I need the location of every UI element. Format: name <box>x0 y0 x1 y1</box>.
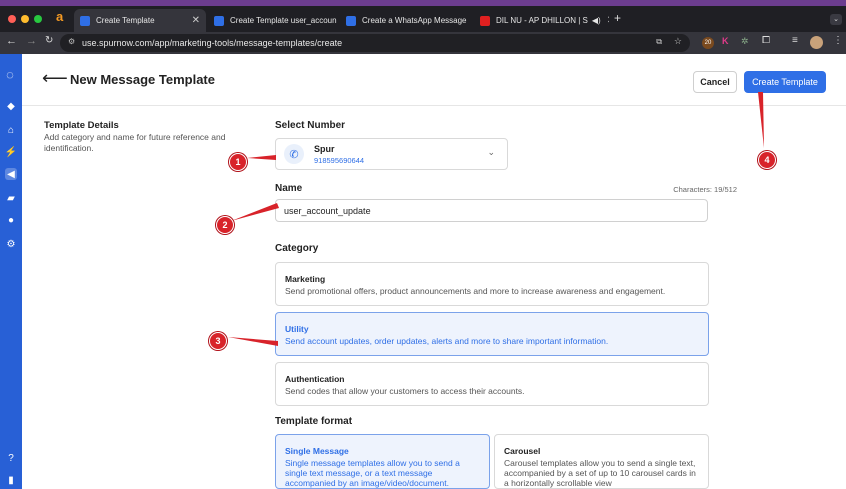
chat-icon[interactable]: ▰ <box>5 192 17 204</box>
category-title: Utility <box>285 324 309 334</box>
template-format-label: Template format <box>275 416 353 427</box>
category-title: Authentication <box>285 374 345 384</box>
close-window-icon[interactable] <box>8 15 16 23</box>
number-select[interactable]: ✆ Spur 918595690644 ⌄ <box>275 138 508 170</box>
category-description: Send account updates, order updates, ale… <box>285 336 609 346</box>
category-option-marketing[interactable]: Marketing Send promotional offers, produ… <box>275 262 709 306</box>
close-icon[interactable]: ✕ <box>186 15 200 26</box>
format-description: Carousel templates allow you to send a s… <box>504 458 696 488</box>
category-title: Marketing <box>285 274 326 284</box>
speaker-icon[interactable]: ◀) <box>592 16 601 25</box>
app-sidebar: ◌ ◆ ⌂ ⚡ ◀ ▰ ● ⚙ ? ▮ <box>0 54 22 489</box>
tab-search-icon[interactable]: ⌄ <box>830 14 842 25</box>
tab-create-template[interactable]: Create Template ✕ <box>74 9 206 32</box>
address-bar-row: ← → ↻ ⚙ use.spurnow.com/app/marketing-to… <box>0 32 846 54</box>
format-description: Single message templates allow you to se… <box>285 458 460 488</box>
whatsapp-icon: ✆ <box>284 144 304 164</box>
format-option-single-message[interactable]: Single Message Single message templates … <box>275 434 490 489</box>
tab-label: Create a WhatsApp Message <box>362 16 467 25</box>
name-input[interactable]: user_account_update <box>275 199 708 222</box>
annotation-marker-3: 3 <box>209 332 227 350</box>
extension-icon[interactable]: ✲ <box>741 36 749 47</box>
marketing-icon[interactable]: ◀ <box>5 168 17 180</box>
annotation-marker-4: 4 <box>758 151 776 169</box>
youtube-icon <box>480 15 490 26</box>
cancel-button[interactable]: Cancel <box>693 71 737 93</box>
url-text: use.spurnow.com/app/marketing-tools/mess… <box>82 38 343 48</box>
reading-list-icon[interactable]: ≡ <box>792 35 798 46</box>
forward-nav-icon[interactable]: → <box>26 35 37 47</box>
page-header: ⟵ New Message Template Cancel Create Tem… <box>22 54 846 106</box>
reload-icon[interactable]: ↻ <box>45 35 53 46</box>
maximize-window-icon[interactable] <box>34 15 42 23</box>
contacts-icon[interactable]: ● <box>5 214 17 226</box>
new-tab-icon[interactable]: + <box>614 11 621 25</box>
browser-menu-icon[interactable]: ⋮ <box>833 35 843 46</box>
template-details-title: Template Details <box>44 120 119 131</box>
tab-youtube-music[interactable]: DIL NU - AP DHILLON | S ◀) ✕ <box>474 9 609 32</box>
help-icon[interactable]: ? <box>5 452 17 464</box>
back-nav-icon[interactable]: ← <box>6 35 17 47</box>
amazon-icon[interactable]: a <box>56 9 63 24</box>
category-description: Send promotional offers, product announc… <box>285 286 666 296</box>
template-details-description: Add category and name for future referen… <box>44 132 226 153</box>
category-label: Category <box>275 243 319 254</box>
close-icon[interactable]: ✕ <box>467 15 473 26</box>
name-label: Name <box>275 183 303 194</box>
home-icon[interactable]: ⌂ <box>5 124 17 136</box>
bookmark-star-icon[interactable]: ☆ <box>674 36 682 47</box>
category-description: Send codes that allow your customers to … <box>285 386 525 396</box>
format-title: Carousel <box>504 446 541 456</box>
format-title: Single Message <box>285 446 349 456</box>
tab-label: Create Template <box>96 16 155 25</box>
category-option-authentication[interactable]: Authentication Send codes that allow you… <box>275 362 709 406</box>
extension-k-icon[interactable]: K <box>722 36 729 46</box>
tab-create-whatsapp-message[interactable]: Create a WhatsApp Message ✕ <box>340 9 472 32</box>
tab-create-template-user[interactable]: Create Template user_accoun ✕ <box>208 9 338 32</box>
profile-avatar[interactable] <box>810 36 823 49</box>
spur-logo-icon[interactable]: ◌ <box>4 67 16 82</box>
main-content: ⟵ New Message Template Cancel Create Tem… <box>22 54 846 489</box>
select-number-label: Select Number <box>275 120 346 131</box>
extension-badge[interactable]: 20 <box>702 37 714 49</box>
annotation-marker-1: 1 <box>229 153 247 171</box>
close-icon[interactable]: ✕ <box>337 15 338 26</box>
spur-favicon-icon <box>346 15 356 26</box>
dashboard-icon[interactable]: ◆ <box>5 100 17 112</box>
minimize-window-icon[interactable] <box>21 15 29 23</box>
tab-label: Create Template user_accoun <box>230 16 337 25</box>
panel-toggle-icon[interactable]: ▮ <box>5 474 17 486</box>
number-name: Spur <box>314 144 335 154</box>
back-arrow-icon[interactable]: ⟵ <box>42 68 68 89</box>
browser-tab-bar: a Create Template ✕ Create Template user… <box>0 6 846 32</box>
automation-icon[interactable]: ⚡ <box>5 146 17 158</box>
create-template-button[interactable]: Create Template <box>744 71 826 93</box>
chevron-down-icon: ⌄ <box>487 147 495 157</box>
close-icon[interactable]: ✕ <box>601 15 609 26</box>
site-settings-icon[interactable]: ⚙ <box>68 37 75 46</box>
settings-gear-icon[interactable]: ⚙ <box>5 238 17 250</box>
url-field[interactable]: ⚙ use.spurnow.com/app/marketing-tools/me… <box>60 34 690 52</box>
annotation-marker-2: 2 <box>216 216 234 234</box>
tab-label: DIL NU - AP DHILLON | S <box>496 16 588 25</box>
extensions-puzzle-icon[interactable]: ⧠ <box>762 35 770 46</box>
install-app-icon[interactable]: ⧉ <box>656 37 662 47</box>
spur-favicon-icon <box>214 15 224 26</box>
spur-favicon-icon <box>80 15 90 26</box>
category-option-utility[interactable]: Utility Send account updates, order upda… <box>275 312 709 356</box>
character-count: Characters: 19/512 <box>673 185 737 194</box>
number-phone: 918595690644 <box>314 156 365 165</box>
page-title: New Message Template <box>70 72 215 87</box>
format-option-carousel[interactable]: Carousel Carousel templates allow you to… <box>494 434 709 489</box>
